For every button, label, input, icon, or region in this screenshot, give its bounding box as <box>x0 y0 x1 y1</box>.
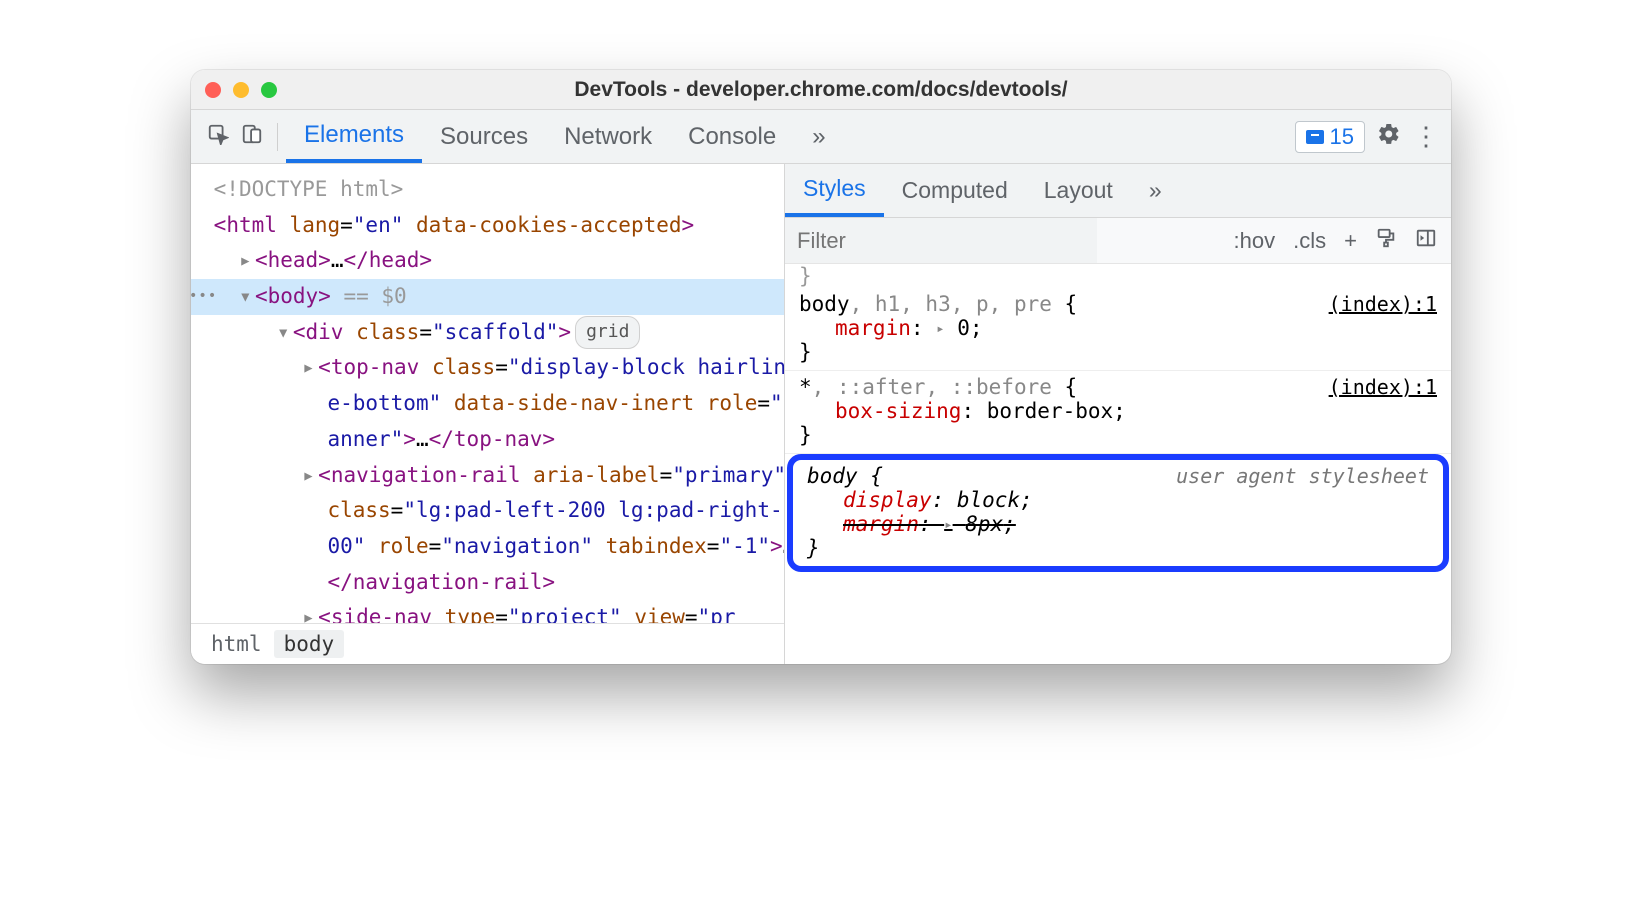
main-toolbar: Elements Sources Network Console » 15 ⋮ <box>191 110 1451 164</box>
hov-toggle[interactable]: :hov <box>1234 228 1276 254</box>
dom-top-nav-cont[interactable]: e-bottom" data-side-nav-inert role="b <box>191 386 784 422</box>
device-toggle-icon[interactable] <box>241 123 263 151</box>
tab-sources[interactable]: Sources <box>422 110 546 163</box>
tabs-overflow[interactable]: » <box>794 110 843 163</box>
subtab-overflow[interactable]: » <box>1131 164 1180 217</box>
devtools-window: DevTools - developer.chrome.com/docs/dev… <box>191 70 1451 664</box>
css-declaration[interactable]: margin: ▸ 0; <box>799 316 1437 340</box>
issues-icon <box>1306 130 1324 144</box>
css-declaration-overridden[interactable]: margin: ▸ 8px; <box>807 512 1429 536</box>
dom-nav-rail-close[interactable]: </navigation-rail> <box>191 565 784 601</box>
subtab-computed[interactable]: Computed <box>884 164 1026 217</box>
toolbar-divider <box>277 123 278 151</box>
dom-body-selected[interactable]: ▾<body> == $0 <box>191 279 784 315</box>
styles-filter-row: :hov .cls + <box>785 218 1451 264</box>
css-rule[interactable]: (index):1 *, ::after, ::before { box-siz… <box>785 371 1451 454</box>
window-title: DevTools - developer.chrome.com/docs/dev… <box>205 78 1437 102</box>
dom-nav-rail[interactable]: ▸<navigation-rail aria-label="primary" <box>191 458 784 494</box>
subtab-layout[interactable]: Layout <box>1026 164 1131 217</box>
tab-network[interactable]: Network <box>546 110 670 163</box>
dom-scaffold[interactable]: ▾<div class="scaffold">grid <box>191 315 784 351</box>
breadcrumb: html body <box>191 623 784 664</box>
dom-top-nav[interactable]: ▸<top-nav class="display-block hairlin <box>191 350 784 386</box>
rule-source-label: user agent stylesheet <box>1176 464 1429 488</box>
dom-doctype[interactable]: <!DOCTYPE html> <box>191 172 784 208</box>
sidebar-toggle-icon[interactable] <box>1415 227 1437 255</box>
rule-source-link[interactable]: (index):1 <box>1329 292 1437 316</box>
rule-close: } <box>799 423 1437 447</box>
tab-elements[interactable]: Elements <box>286 110 422 163</box>
rule-fragment-close: } <box>785 264 1451 288</box>
elements-panel: <!DOCTYPE html> <html lang="en" data-coo… <box>191 164 785 664</box>
styles-filter-input[interactable] <box>785 218 1097 263</box>
rule-close: } <box>799 340 1437 364</box>
content-area: <!DOCTYPE html> <html lang="en" data-coo… <box>191 164 1451 664</box>
dom-nav-rail-cont2[interactable]: 00" role="navigation" tabindex="-1">… <box>191 529 784 565</box>
styles-sub-tabs: Styles Computed Layout » <box>785 164 1451 218</box>
dom-side-nav[interactable]: ▸<side-nav type="project" view="pr <box>191 600 784 623</box>
css-declaration[interactable]: box-sizing: border-box; <box>799 399 1437 423</box>
rule-source-link[interactable]: (index):1 <box>1329 375 1437 399</box>
settings-icon[interactable] <box>1377 122 1401 152</box>
crumb-html[interactable]: html <box>201 630 272 658</box>
paint-icon[interactable] <box>1375 227 1397 255</box>
issues-counter[interactable]: 15 <box>1295 121 1365 153</box>
rule-close: } <box>807 536 1429 560</box>
subtab-styles[interactable]: Styles <box>785 164 884 217</box>
dom-head[interactable]: ▸<head>…</head> <box>191 243 784 279</box>
cls-toggle[interactable]: .cls <box>1293 228 1326 254</box>
styles-rules: } (index):1 body, h1, h3, p, pre { margi… <box>785 264 1451 664</box>
dom-html[interactable]: <html lang="en" data-cookies-accepted> <box>191 208 784 244</box>
dom-tree[interactable]: <!DOCTYPE html> <html lang="en" data-coo… <box>191 164 784 623</box>
css-rule[interactable]: (index):1 body, h1, h3, p, pre { margin:… <box>785 288 1451 371</box>
dom-nav-rail-cont[interactable]: class="lg:pad-left-200 lg:pad-right-2 <box>191 493 784 529</box>
more-menu-icon[interactable]: ⋮ <box>1413 121 1441 152</box>
css-declaration[interactable]: display: block; <box>807 488 1429 512</box>
titlebar: DevTools - developer.chrome.com/docs/dev… <box>191 70 1451 110</box>
tab-console[interactable]: Console <box>670 110 794 163</box>
crumb-body[interactable]: body <box>274 630 345 658</box>
grid-badge[interactable]: grid <box>575 316 640 349</box>
issues-count: 15 <box>1330 124 1354 150</box>
dom-top-nav-cont2[interactable]: anner">…</top-nav> <box>191 422 784 458</box>
css-rule-user-agent[interactable]: user agent stylesheet body { display: bl… <box>787 454 1449 572</box>
new-rule-button[interactable]: + <box>1344 228 1357 254</box>
panel-tabs: Elements Sources Network Console » <box>286 110 844 163</box>
styles-panel: Styles Computed Layout » :hov .cls + <box>785 164 1451 664</box>
inspect-icon[interactable] <box>207 123 229 151</box>
